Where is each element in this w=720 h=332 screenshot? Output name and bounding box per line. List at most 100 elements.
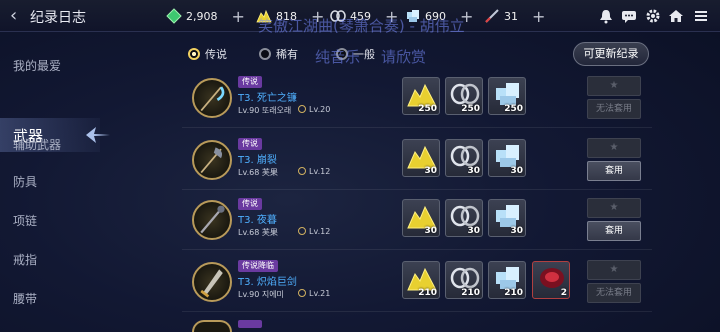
sidebar-item-necklace[interactable]: 项链 [13,212,37,229]
greatsword-weapon-icon[interactable] [192,262,232,302]
favorite-star-button[interactable]: ★ [587,76,641,96]
sidebar-item-favorites[interactable]: 我的最爱 [13,57,61,74]
home-icon[interactable] [668,8,684,24]
enhance-level: Lv.21 [298,289,330,298]
music-overlay-sub-a: 纯音乐 [315,48,361,66]
record-owner-level: Lv.90 또래오래 [238,106,292,115]
weapon-name: T3. 死亡之镰 [238,93,297,104]
material-slot[interactable]: 30 [488,139,526,177]
enhance-level-value: Lv.12 [309,167,331,176]
enhance-level: Lv.20 [298,105,330,114]
category-sidebar: 我的最爱 武器 辅助武器 防具 项链 戒指 腰带 [0,32,110,332]
next-row-weapon-icon [192,320,232,332]
scythe-weapon-icon[interactable] [192,78,232,118]
enhance-icon [298,227,306,235]
sidebar-item-ring[interactable]: 戒指 [13,251,37,268]
material-qty: 250 [504,104,523,114]
bell-icon[interactable] [598,8,614,24]
record-owner-level: Lv.90 지에미 [238,290,284,299]
material-qty: 30 [424,226,437,236]
enhance-level: Lv.12 [298,227,330,236]
material-slot[interactable]: 30 [445,139,483,177]
gear-icon[interactable] [645,8,661,24]
material-slot[interactable]: 30 [402,139,440,177]
record-owner-level: Lv.68 芙果 [238,168,278,177]
material-slot[interactable]: 30 [488,199,526,237]
material-qty: 2 [560,288,567,298]
sidebar-item-belt[interactable]: 腰带 [13,290,37,307]
apply-button[interactable]: 套用 [587,161,641,181]
favorite-star-button[interactable]: ★ [587,260,641,280]
weapon-name: T3. 夜暮 [238,215,277,226]
enhance-icon [298,167,306,175]
rarity-badge: 传说 [238,198,262,210]
material-qty: 30 [467,166,480,176]
favorite-star-button[interactable]: ★ [587,138,641,158]
radio-selected-icon [188,48,200,60]
next-row-rarity-badge [238,320,262,328]
material-qty: 30 [467,226,480,236]
filter-legendary[interactable]: 传说 [188,46,227,62]
material-qty: 250 [418,104,437,114]
radio-unselected-icon [259,48,271,60]
sidebar-item-armor[interactable]: 防具 [13,173,37,190]
green-crystal-icon [166,8,182,24]
sidebar-item-sub-weapon[interactable]: 辅助武器 [13,136,61,153]
weapon-record-row: 传说 T3. 死亡之镰 Lv.90 또래오래 Lv.20 250 250 250… [182,72,652,128]
rarity-badge: 传说 [238,76,262,88]
favorite-star-button[interactable]: ★ [587,198,641,218]
filter-label: 传说 [205,48,227,61]
active-arrow-icon [86,127,110,143]
enhance-level-value: Lv.20 [309,105,331,114]
updatable-records-button[interactable]: 可更新纪录 [573,42,649,66]
material-slot[interactable]: 30 [445,199,483,237]
back-arrow-icon[interactable]: ‹ [10,6,24,26]
page-title: 纪录日志 [30,10,86,26]
material-qty: 250 [461,104,480,114]
filter-label: 稀有 [276,48,298,61]
weapon-record-row: 传说 T3. 崩裂 Lv.68 芙果 Lv.12 30 30 30 ★ 套用 [182,134,652,190]
material-slot[interactable]: 210 [488,261,526,299]
weapon-record-row: 传说 T3. 夜暮 Lv.68 芙果 Lv.12 30 30 30 ★ 套用 [182,194,652,250]
material-qty: 210 [461,288,480,298]
material-slot[interactable]: 210 [402,261,440,299]
weapon-name: T3. 崩裂 [238,155,277,166]
material-qty: 30 [510,226,523,236]
apply-button[interactable]: 套用 [587,221,641,241]
material-qty: 30 [510,166,523,176]
enhance-icon [298,105,306,113]
material-qty: 210 [504,288,523,298]
staff-weapon-icon[interactable] [192,200,232,240]
currency-blade: 31 + [484,6,545,26]
enhance-icon [298,289,306,297]
axe-weapon-icon[interactable] [192,140,232,180]
rarity-badge: 传说降临 [238,260,278,272]
weapon-name: T3. 炽焰巨剑 [238,277,297,288]
filter-rare[interactable]: 稀有 [259,46,298,62]
material-qty: 30 [424,166,437,176]
material-slot[interactable]: 30 [402,199,440,237]
enhance-level-value: Lv.21 [309,289,331,298]
material-slot[interactable]: 250 [488,77,526,115]
rarity-badge: 传说 [238,138,262,150]
material-slot[interactable]: 2 [532,261,570,299]
enhance-level: Lv.12 [298,167,330,176]
apply-button-disabled[interactable]: 无法套用 [587,283,641,303]
currency-value: 31 [504,9,518,23]
add-currency-button[interactable]: + [232,7,245,26]
currency-value: 2,908 [186,9,218,23]
menu-icon[interactable] [693,8,709,24]
chat-icon[interactable] [621,8,637,24]
blade-shard-icon [485,9,499,23]
enhance-level-value: Lv.12 [309,227,331,236]
add-currency-button[interactable]: + [532,7,545,26]
material-slot[interactable]: 210 [445,261,483,299]
material-slot[interactable]: 250 [402,77,440,115]
music-overlay-title: 笑傲江湖曲(琴箫合奏) - 胡伟立 [258,17,465,35]
material-slot[interactable]: 250 [445,77,483,115]
material-qty: 210 [418,288,437,298]
weapon-record-row: 传说降临 T3. 炽焰巨剑 Lv.90 지에미 Lv.21 210 210 21… [182,256,652,312]
apply-button-disabled[interactable]: 无法套用 [587,99,641,119]
record-owner-level: Lv.68 芙果 [238,228,278,237]
currency-green-crystal: 2,908 + [166,6,245,26]
